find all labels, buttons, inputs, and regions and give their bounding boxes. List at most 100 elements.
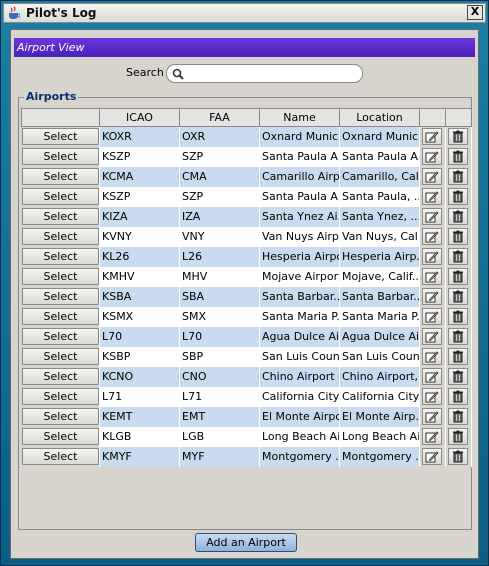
cell-name[interactable]: Camarillo Airport bbox=[260, 167, 340, 187]
select-button[interactable]: Select bbox=[22, 328, 99, 345]
search-input[interactable] bbox=[187, 66, 361, 83]
cell-name[interactable]: Oxnard Munic... bbox=[260, 127, 340, 147]
cell-name[interactable]: California City... bbox=[260, 387, 340, 407]
edit-button[interactable] bbox=[422, 428, 442, 445]
cell-icao[interactable]: KCNO bbox=[100, 367, 180, 387]
column-header[interactable] bbox=[420, 108, 446, 127]
cell-icao[interactable]: KVNY bbox=[100, 227, 180, 247]
cell-location[interactable]: Hesperia Airp... bbox=[340, 247, 420, 267]
select-button[interactable]: Select bbox=[22, 448, 99, 465]
cell-icao[interactable]: KMYF bbox=[100, 447, 180, 467]
cell-name[interactable]: Santa Ynez Ai... bbox=[260, 207, 340, 227]
delete-button[interactable] bbox=[448, 388, 468, 405]
select-button[interactable]: Select bbox=[22, 148, 99, 165]
delete-button[interactable] bbox=[448, 448, 468, 465]
cell-name[interactable]: El Monte Airport bbox=[260, 407, 340, 427]
column-header[interactable]: ICAO bbox=[100, 108, 180, 127]
cell-location[interactable]: Santa Paula A... bbox=[340, 147, 420, 167]
cell-name[interactable]: Agua Dulce Ai... bbox=[260, 327, 340, 347]
cell-icao[interactable]: KMHV bbox=[100, 267, 180, 287]
cell-name[interactable]: Long Beach Ai... bbox=[260, 427, 340, 447]
cell-location[interactable]: Long Beach Ai... bbox=[340, 427, 420, 447]
cell-icao[interactable]: KSBA bbox=[100, 287, 180, 307]
cell-location[interactable]: Santa Ynez, ... bbox=[340, 207, 420, 227]
delete-button[interactable] bbox=[448, 168, 468, 185]
select-button[interactable]: Select bbox=[22, 428, 99, 445]
cell-faa[interactable]: L70 bbox=[180, 327, 260, 347]
cell-location[interactable]: San Luis Coun... bbox=[340, 347, 420, 367]
select-button[interactable]: Select bbox=[22, 388, 99, 405]
cell-faa[interactable]: LGB bbox=[180, 427, 260, 447]
edit-button[interactable] bbox=[422, 248, 442, 265]
cell-location[interactable]: Agua Dulce Ai... bbox=[340, 327, 420, 347]
cell-name[interactable]: Santa Paula A... bbox=[260, 147, 340, 167]
edit-button[interactable] bbox=[422, 128, 442, 145]
cell-faa[interactable]: VNY bbox=[180, 227, 260, 247]
delete-button[interactable] bbox=[448, 228, 468, 245]
select-button[interactable]: Select bbox=[22, 228, 99, 245]
delete-button[interactable] bbox=[448, 208, 468, 225]
cell-location[interactable]: California City... bbox=[340, 387, 420, 407]
cell-location[interactable]: Santa Paula, ... bbox=[340, 187, 420, 207]
delete-button[interactable] bbox=[448, 328, 468, 345]
column-header[interactable]: Name bbox=[260, 108, 340, 127]
cell-icao[interactable]: KCMA bbox=[100, 167, 180, 187]
cell-faa[interactable]: CNO bbox=[180, 367, 260, 387]
cell-location[interactable]: Montgomery ... bbox=[340, 447, 420, 467]
cell-faa[interactable]: IZA bbox=[180, 207, 260, 227]
cell-icao[interactable]: KOXR bbox=[100, 127, 180, 147]
edit-button[interactable] bbox=[422, 408, 442, 425]
edit-button[interactable] bbox=[422, 448, 442, 465]
select-button[interactable]: Select bbox=[22, 268, 99, 285]
cell-icao[interactable]: KSMX bbox=[100, 307, 180, 327]
select-button[interactable]: Select bbox=[22, 248, 99, 265]
cell-icao[interactable]: L70 bbox=[100, 327, 180, 347]
edit-button[interactable] bbox=[422, 308, 442, 325]
cell-icao[interactable]: KEMT bbox=[100, 407, 180, 427]
delete-button[interactable] bbox=[448, 248, 468, 265]
select-button[interactable]: Select bbox=[22, 408, 99, 425]
cell-faa[interactable]: OXR bbox=[180, 127, 260, 147]
select-button[interactable]: Select bbox=[22, 288, 99, 305]
edit-button[interactable] bbox=[422, 388, 442, 405]
cell-icao[interactable]: KIZA bbox=[100, 207, 180, 227]
cell-location[interactable]: Santa Maria P... bbox=[340, 307, 420, 327]
cell-name[interactable]: Santa Barbar... bbox=[260, 287, 340, 307]
delete-button[interactable] bbox=[448, 148, 468, 165]
cell-faa[interactable]: L26 bbox=[180, 247, 260, 267]
cell-faa[interactable]: SBA bbox=[180, 287, 260, 307]
add-airport-button[interactable]: Add an Airport bbox=[195, 533, 297, 552]
column-header[interactable] bbox=[446, 108, 472, 127]
cell-name[interactable]: Santa Paula A... bbox=[260, 187, 340, 207]
cell-name[interactable]: Van Nuys Airp... bbox=[260, 227, 340, 247]
select-button[interactable]: Select bbox=[22, 308, 99, 325]
select-button[interactable]: Select bbox=[22, 128, 99, 145]
column-header[interactable] bbox=[21, 108, 100, 127]
delete-button[interactable] bbox=[448, 128, 468, 145]
cell-icao[interactable]: KLGB bbox=[100, 427, 180, 447]
cell-name[interactable]: Mojave Airport bbox=[260, 267, 340, 287]
column-header[interactable]: FAA bbox=[180, 108, 260, 127]
delete-button[interactable] bbox=[448, 428, 468, 445]
edit-button[interactable] bbox=[422, 188, 442, 205]
cell-location[interactable]: Chino Airport,... bbox=[340, 367, 420, 387]
delete-button[interactable] bbox=[448, 268, 468, 285]
cell-name[interactable]: Montgomery ... bbox=[260, 447, 340, 467]
delete-button[interactable] bbox=[448, 308, 468, 325]
cell-icao[interactable]: KSZP bbox=[100, 187, 180, 207]
cell-faa[interactable]: CMA bbox=[180, 167, 260, 187]
edit-button[interactable] bbox=[422, 268, 442, 285]
delete-button[interactable] bbox=[448, 348, 468, 365]
column-header[interactable]: Location bbox=[340, 108, 420, 127]
cell-icao[interactable]: L71 bbox=[100, 387, 180, 407]
edit-button[interactable] bbox=[422, 148, 442, 165]
select-button[interactable]: Select bbox=[22, 348, 99, 365]
edit-button[interactable] bbox=[422, 348, 442, 365]
cell-faa[interactable]: SBP bbox=[180, 347, 260, 367]
cell-location[interactable]: Camarillo, Cali... bbox=[340, 167, 420, 187]
close-button[interactable]: X bbox=[467, 5, 483, 20]
edit-button[interactable] bbox=[422, 328, 442, 345]
delete-button[interactable] bbox=[448, 188, 468, 205]
edit-button[interactable] bbox=[422, 168, 442, 185]
cell-faa[interactable]: L71 bbox=[180, 387, 260, 407]
